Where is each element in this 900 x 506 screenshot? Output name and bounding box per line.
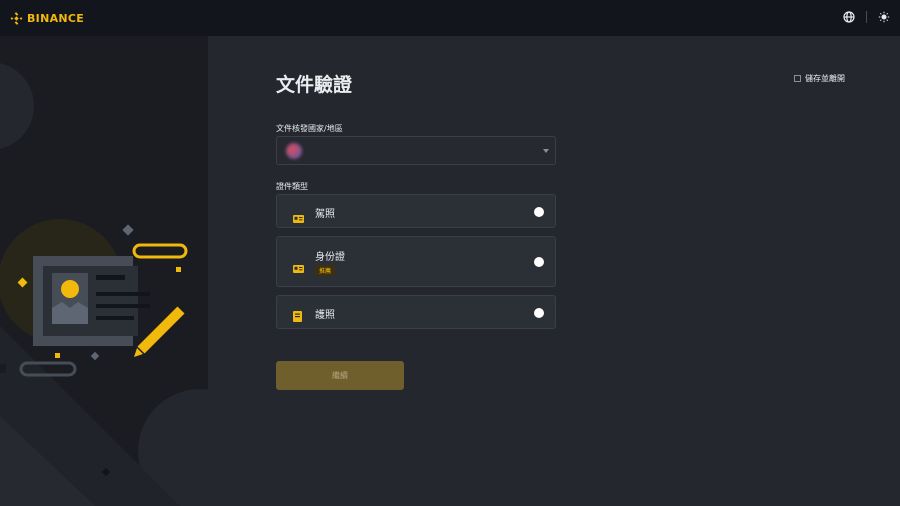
page-title: 文件驗證 <box>276 74 353 96</box>
binance-logo[interactable]: BINANCE <box>10 12 84 25</box>
option-radio[interactable] <box>534 207 544 217</box>
country-select[interactable] <box>276 136 556 165</box>
save-and-exit-label: 儲存並離開 <box>805 74 845 83</box>
option-radio[interactable] <box>534 308 544 318</box>
top-divider <box>866 11 867 23</box>
globe-icon[interactable] <box>841 9 857 25</box>
option-radio[interactable] <box>534 257 544 267</box>
binance-logo-icon <box>10 11 23 25</box>
option-id-card[interactable]: 身份證 推薦 <box>276 236 556 287</box>
illustration-panel <box>0 36 208 506</box>
recommended-badge: 推薦 <box>315 265 336 276</box>
country-label: 文件核發國家/地區 <box>276 124 343 133</box>
country-flag-icon <box>286 142 302 159</box>
verification-form: 文件驗證 儲存並離開 文件核發國家/地區 證件類型 駕照 身份證 推薦 護照 繼… <box>208 36 900 506</box>
option-label: 護照 <box>315 310 335 321</box>
passport-icon <box>293 307 302 326</box>
top-bar: BINANCE <box>0 0 900 36</box>
license-icon <box>293 208 304 227</box>
brand-name: BINANCE <box>27 11 85 25</box>
option-label: 身份證 <box>315 252 345 263</box>
option-passport[interactable]: 護照 <box>276 295 556 329</box>
doc-type-label: 證件類型 <box>276 182 308 191</box>
id-card-illustration <box>0 63 208 506</box>
chevron-down-icon <box>543 149 549 153</box>
option-label: 駕照 <box>315 209 335 220</box>
id-card-icon <box>293 258 304 277</box>
save-and-exit-button[interactable]: 儲存並離開 <box>794 73 845 84</box>
option-drivers-license[interactable]: 駕照 <box>276 194 556 228</box>
continue-button[interactable]: 繼續 <box>276 361 404 390</box>
save-icon <box>794 75 801 82</box>
theme-icon[interactable] <box>876 9 892 25</box>
